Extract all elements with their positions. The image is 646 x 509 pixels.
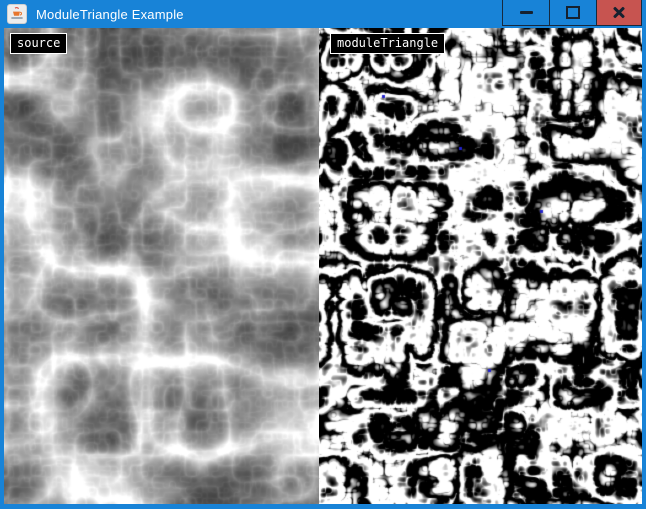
title-bar[interactable]: ModuleTriangle Example xyxy=(0,0,646,28)
window-title: ModuleTriangle Example xyxy=(36,7,184,22)
source-panel: source xyxy=(4,28,319,504)
minimize-icon xyxy=(520,11,533,14)
module-triangle-label: moduleTriangle xyxy=(330,33,445,54)
source-noise-image xyxy=(4,28,319,504)
close-button[interactable] xyxy=(596,0,642,26)
app-window: ModuleTriangle Example source moduleTria… xyxy=(0,0,646,509)
window-controls xyxy=(502,0,646,26)
maximize-icon xyxy=(566,6,580,19)
minimize-button[interactable] xyxy=(502,0,549,26)
close-icon xyxy=(612,6,626,20)
module-triangle-panel: moduleTriangle xyxy=(319,28,642,504)
content-area: source moduleTriangle xyxy=(4,28,642,504)
source-label: source xyxy=(10,33,67,54)
maximize-button[interactable] xyxy=(549,0,596,26)
java-coffee-cup-icon xyxy=(7,4,27,24)
module-triangle-noise-image xyxy=(319,28,642,504)
